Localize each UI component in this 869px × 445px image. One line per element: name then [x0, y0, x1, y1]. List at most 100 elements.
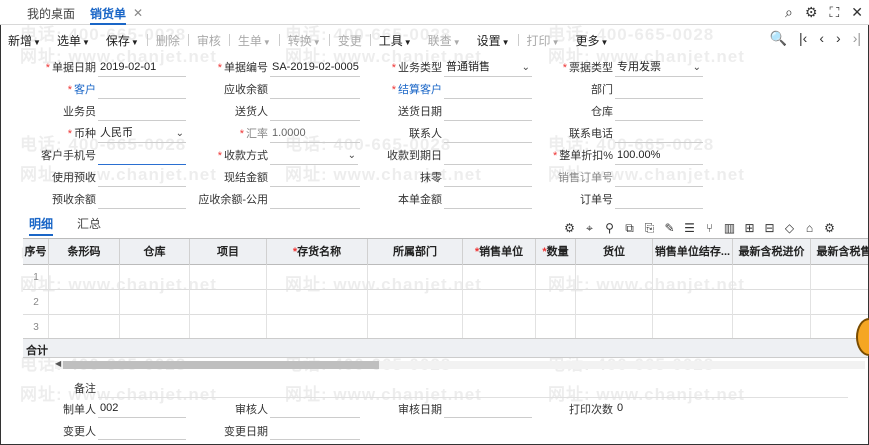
print-button[interactable]: 打印▼	[519, 32, 568, 49]
doc-date-field[interactable]: 2019-02-01	[98, 59, 186, 77]
save-button[interactable]: 保存▼	[98, 32, 147, 49]
table-cell[interactable]	[811, 265, 869, 290]
table-cell[interactable]	[120, 315, 190, 340]
batch-icon[interactable]: ☰	[683, 221, 696, 236]
salesman-field[interactable]	[98, 103, 186, 121]
next-record-icon[interactable]: ›	[836, 30, 841, 47]
table-cell[interactable]	[49, 315, 120, 340]
tab-summary[interactable]: 汇总	[77, 215, 101, 232]
table-cell[interactable]	[811, 290, 869, 315]
settle-customer-field[interactable]	[444, 81, 532, 99]
table-cell[interactable]	[733, 290, 811, 315]
column-header[interactable]: 仓库	[120, 239, 190, 265]
table-cell[interactable]	[536, 315, 576, 340]
table-cell[interactable]	[733, 315, 811, 340]
round-field[interactable]	[444, 169, 532, 187]
preview-icon[interactable]: 🔍	[770, 30, 787, 47]
tab-detail[interactable]: 明细	[29, 215, 54, 236]
horizontal-scrollbar[interactable]: ◀	[55, 359, 865, 369]
table-cell[interactable]	[267, 265, 368, 290]
prev-record-icon[interactable]: ‹	[819, 30, 824, 47]
table-cell[interactable]	[536, 265, 576, 290]
table-cell[interactable]	[368, 265, 463, 290]
delivery-date-field[interactable]	[444, 103, 532, 121]
delete-button[interactable]: 删除	[148, 32, 188, 49]
dept-field[interactable]	[615, 81, 703, 99]
tab-close-icon[interactable]: ✕	[133, 6, 143, 20]
column-header[interactable]: *数量	[536, 239, 576, 265]
column-header[interactable]: 最新含税售价	[811, 239, 869, 265]
fullscreen-icon[interactable]: ⛶	[829, 4, 839, 21]
generate-button[interactable]: 生单▼	[230, 32, 279, 49]
doc-no-field[interactable]: SA-2019-02-0005	[270, 59, 360, 77]
tab-sales-order[interactable]: 销货单	[90, 5, 127, 25]
close-icon[interactable]: ✕	[851, 4, 863, 21]
sales-order-field[interactable]	[615, 169, 703, 187]
table-row[interactable]: 1	[23, 265, 868, 290]
use-prepay-field[interactable]	[98, 169, 186, 187]
location-icon[interactable]: ⚲	[603, 221, 616, 236]
insert-row-icon[interactable]: ⊞	[743, 221, 756, 236]
column-header[interactable]: 销售单位结存...	[653, 239, 733, 265]
tab-desktop[interactable]: 我的桌面	[27, 5, 75, 25]
warehouse-field[interactable]	[615, 103, 703, 121]
table-cell[interactable]	[267, 290, 368, 315]
settle-customer-label[interactable]: * 结算客户	[372, 81, 442, 99]
table-row[interactable]: 2	[23, 290, 868, 315]
chart-icon[interactable]: ▥	[723, 221, 736, 236]
audit-button[interactable]: 审核	[189, 32, 229, 49]
table-row[interactable]: 3	[23, 315, 868, 340]
pay-method-select[interactable]: ⌄	[270, 147, 358, 165]
contact-field[interactable]	[444, 125, 532, 143]
table-cell[interactable]	[576, 290, 653, 315]
table-cell[interactable]	[368, 290, 463, 315]
copy-row-icon[interactable]: ⧉	[623, 221, 636, 236]
select-button[interactable]: 选单▼	[49, 32, 98, 49]
remark-field[interactable]	[98, 380, 848, 398]
table-cell[interactable]	[653, 315, 733, 340]
settings-button[interactable]: 设置▼	[469, 32, 518, 49]
table-cell[interactable]	[653, 290, 733, 315]
cash-field[interactable]	[270, 169, 360, 187]
filter-icon[interactable]: ⚙	[563, 221, 576, 236]
table-cell[interactable]	[120, 265, 190, 290]
tools-button[interactable]: 工具▼	[371, 32, 420, 49]
table-cell[interactable]	[190, 290, 267, 315]
mobile-field[interactable]	[98, 147, 186, 165]
settings-icon[interactable]: ⚙	[805, 4, 818, 21]
customer-label[interactable]: * 客户	[30, 81, 96, 99]
search-icon[interactable]: ⌕	[785, 4, 793, 21]
column-header[interactable]: 条形码	[49, 239, 120, 265]
table-cell[interactable]	[49, 265, 120, 290]
phone-field[interactable]	[615, 125, 703, 143]
split-icon[interactable]: ⑂	[703, 221, 716, 236]
table-cell[interactable]	[463, 315, 536, 340]
table-cell[interactable]	[536, 290, 576, 315]
column-header[interactable]: *存货名称	[267, 239, 368, 265]
column-header[interactable]: 所属部门	[368, 239, 463, 265]
column-header[interactable]: 序号	[23, 239, 49, 265]
new-button[interactable]: 新增▼	[0, 32, 49, 49]
scroll-left-icon[interactable]: ◀	[55, 359, 61, 368]
table-cell[interactable]	[576, 315, 653, 340]
table-cell[interactable]	[49, 290, 120, 315]
table-cell[interactable]	[463, 290, 536, 315]
query-button[interactable]: 联查▼	[420, 32, 469, 49]
biz-type-select[interactable]: 普通销售 ⌄	[444, 59, 532, 77]
discount-field[interactable]: 100.00%	[615, 147, 703, 165]
order-no-field[interactable]	[615, 191, 703, 209]
delete-row-icon[interactable]: ⊟	[763, 221, 776, 236]
scroll-thumb[interactable]	[63, 361, 379, 369]
rate-field[interactable]: 1.0000	[270, 125, 360, 143]
column-header[interactable]: 货位	[576, 239, 653, 265]
customer-field[interactable]	[98, 81, 186, 99]
table-cell[interactable]	[463, 265, 536, 290]
table-cell[interactable]	[267, 315, 368, 340]
scan-icon[interactable]: ⌖	[583, 221, 596, 236]
tag-icon[interactable]: ◇	[783, 221, 796, 236]
invoice-type-select[interactable]: 专用发票 ⌄	[615, 59, 703, 77]
change-button[interactable]: 变更	[330, 32, 370, 49]
table-cell[interactable]	[653, 265, 733, 290]
first-record-icon[interactable]: |‹	[799, 30, 807, 47]
due-date-field[interactable]	[444, 147, 532, 165]
